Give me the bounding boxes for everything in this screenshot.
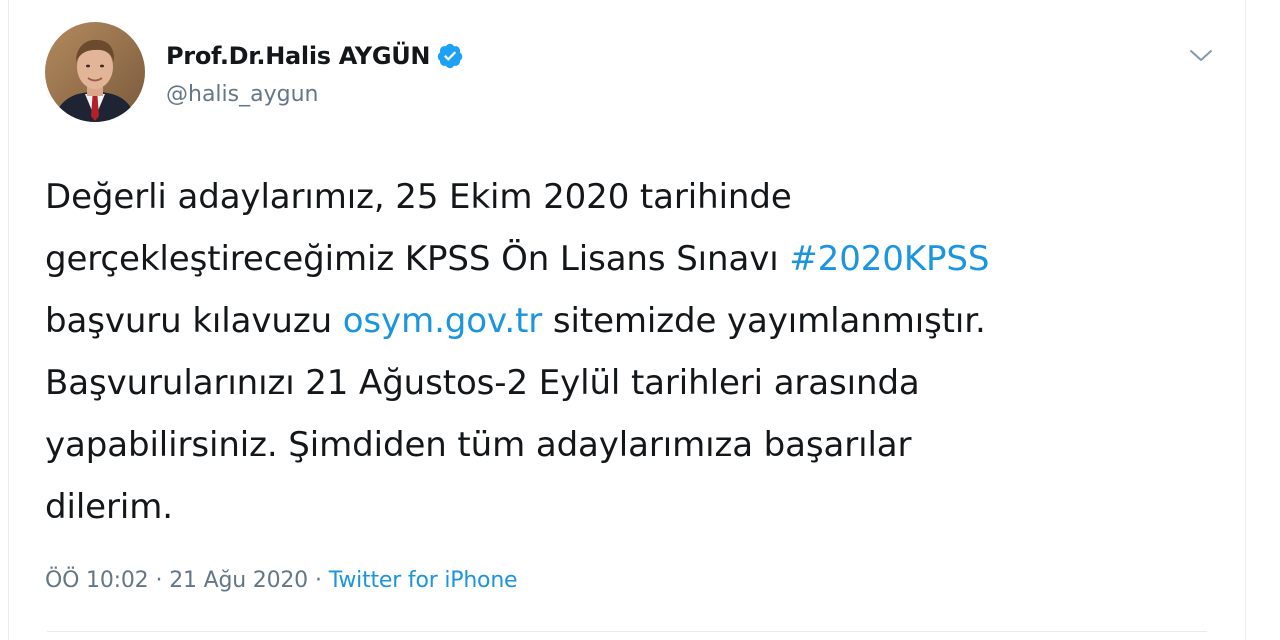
author-name-row[interactable]: Prof.Dr.Halis AYGÜN bbox=[166, 36, 464, 76]
tweet-source-link[interactable]: Twitter for iPhone bbox=[329, 568, 518, 593]
tweet-line: Değerli adaylarımız, 25 Ekim 2020 tarihi… bbox=[45, 166, 1225, 228]
tweet-date[interactable]: 21 Ağu 2020 bbox=[169, 568, 308, 593]
tweet-menu-button[interactable] bbox=[1185, 40, 1217, 72]
author-display-name[interactable]: Prof.Dr.Halis AYGÜN bbox=[166, 42, 431, 70]
verified-badge-icon bbox=[436, 42, 464, 70]
author-handle[interactable]: @halis_aygun bbox=[166, 82, 318, 107]
tweet-line: yapabilirsiniz. Şimdiden tüm adaylarımız… bbox=[45, 414, 1225, 476]
tweet-line: dilerim. bbox=[45, 476, 1225, 538]
tweet-text-segment: yapabilirsiniz. Şimdiden tüm adaylarımız… bbox=[45, 425, 912, 465]
divider bbox=[47, 631, 1207, 632]
tweet-meta: ÖÖ 10:02 · 21 Ağu 2020 · Twitter for iPhone bbox=[45, 568, 518, 593]
chevron-down-icon bbox=[1190, 50, 1212, 61]
url-link[interactable]: osym.gov.tr bbox=[343, 301, 543, 341]
tweet-card: Prof.Dr.Halis AYGÜN @halis_aygun Değerli… bbox=[8, 0, 1246, 640]
avatar-image bbox=[45, 22, 145, 122]
tweet-text-segment: gerçekleştireceğimiz KPSS Ön Lisans Sına… bbox=[45, 239, 790, 279]
tweet-text-segment: Başvurularınızı 21 Ağustos-2 Eylül tarih… bbox=[45, 363, 920, 403]
tweet-text-segment: dilerim. bbox=[45, 487, 173, 527]
meta-separator: · bbox=[155, 568, 163, 593]
meta-separator: · bbox=[314, 568, 322, 593]
tweet-text: Değerli adaylarımız, 25 Ekim 2020 tarihi… bbox=[45, 166, 1225, 538]
tweet-time[interactable]: ÖÖ 10:02 bbox=[45, 568, 149, 593]
tweet-text-segment: başvuru kılavuzu bbox=[45, 301, 343, 341]
hashtag-link[interactable]: #2020KPSS bbox=[789, 239, 989, 279]
tweet-line: gerçekleştireceğimiz KPSS Ön Lisans Sına… bbox=[45, 228, 1225, 290]
tweet-text-segment: Değerli adaylarımız, 25 Ekim 2020 tarihi… bbox=[45, 177, 792, 217]
tweet-line: başvuru kılavuzu osym.gov.tr sitemizde y… bbox=[45, 290, 1225, 352]
avatar[interactable] bbox=[45, 22, 145, 122]
tweet-line: Başvurularınızı 21 Ağustos-2 Eylül tarih… bbox=[45, 352, 1225, 414]
tweet-text-segment: sitemizde yayımlanmıştır. bbox=[542, 301, 986, 341]
